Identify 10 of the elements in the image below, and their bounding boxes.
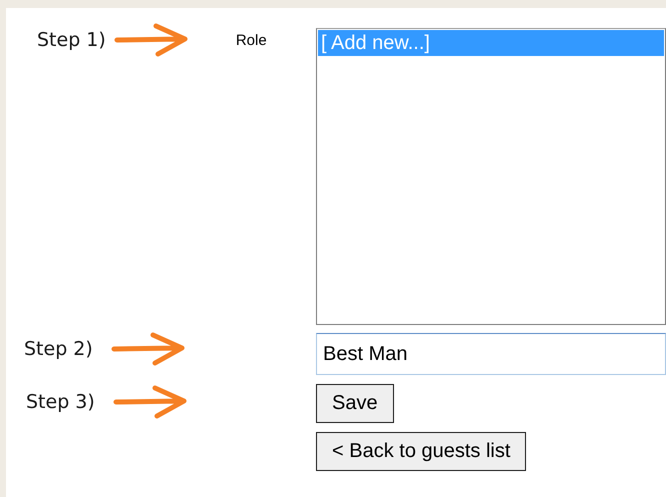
name-input[interactable]: Best Man [316, 333, 666, 375]
step-label: Step 3) [26, 390, 95, 414]
arrow-icon [112, 384, 189, 420]
arrow-icon [110, 331, 187, 367]
save-button[interactable]: Save [316, 384, 394, 423]
step-label: Step 2) [24, 337, 93, 361]
role-label: Role [236, 32, 267, 50]
back-button[interactable]: < Back to guests list [316, 432, 526, 471]
step-label: Step 1) [37, 28, 106, 52]
arrow-icon [114, 22, 190, 58]
